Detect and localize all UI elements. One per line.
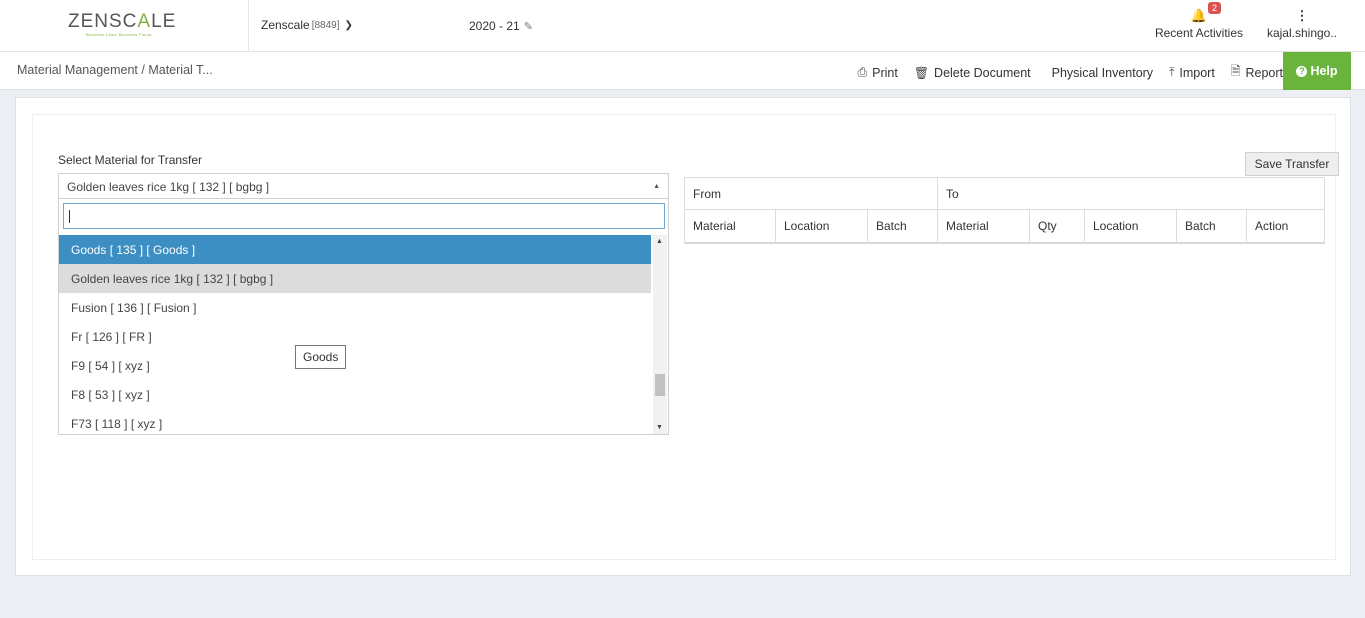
dropdown-scrollbar[interactable]: ▲ ▼ — [653, 235, 667, 434]
select-material-label: Select Material for Transfer — [58, 153, 203, 167]
col-from-batch: Batch — [867, 209, 938, 244]
material-select[interactable]: Golden leaves rice 1kg [ 132 ] [ bgbg ] … — [58, 173, 669, 199]
breadcrumb: Material Management / Material T... — [17, 63, 213, 77]
page-toolbar: Material Management / Material T... ⎙ Pr… — [0, 52, 1365, 90]
from-group-header: From — [684, 177, 938, 210]
fiscal-year: 2020 - 21 — [469, 19, 520, 33]
user-name: kajal.shingo.. — [1266, 26, 1338, 40]
dropdown-option[interactable]: Golden leaves rice 1kg [ 132 ] [ bgbg ] — [59, 264, 651, 293]
dropdown-options: Goods [ 135 ] [ Goods ] Golden leaves ri… — [59, 235, 651, 434]
user-menu[interactable]: ⋮ kajal.shingo.. — [1262, 8, 1342, 40]
dropdown-option[interactable]: Goods [ 135 ] [ Goods ] — [59, 235, 651, 264]
breadcrumb-current: / Material T... — [141, 63, 213, 77]
option-tooltip: Goods — [295, 345, 347, 369]
print-button[interactable]: ⎙ Print — [858, 62, 898, 83]
col-to-location: Location — [1084, 209, 1177, 244]
chevron-down-icon: ❯ — [344, 19, 353, 31]
import-button[interactable]: ⤒ Import — [1169, 62, 1215, 83]
col-to-qty: Qty — [1029, 209, 1085, 244]
recent-activities-label: Recent Activities — [1154, 26, 1244, 40]
main-panel: Select Material for Transfer Golden leav… — [15, 97, 1351, 576]
table-group-header: From To — [684, 177, 1325, 210]
dropdown-option[interactable]: F9 [ 54 ] [ xyz ] — [59, 351, 651, 380]
logo-text: ZENSCALE — [68, 11, 177, 32]
fiscal-year-selector[interactable]: 2020 - 21 ✎ — [469, 19, 533, 33]
breadcrumb-root[interactable]: Material Management — [17, 63, 138, 77]
save-transfer-button[interactable]: Save Transfer — [1245, 152, 1339, 176]
col-to-material: Material — [937, 209, 1030, 244]
dropdown-option[interactable]: Fusion [ 136 ] [ Fusion ] — [59, 293, 651, 322]
transfer-table: From To Material Location Batch Material… — [684, 177, 1325, 244]
dropdown-option[interactable]: F73 [ 118 ] [ xyz ] — [59, 409, 651, 434]
scrollbar-thumb[interactable] — [655, 374, 665, 396]
logo-tagline: Business Lean. Business Focus. — [86, 32, 153, 37]
table-column-header: Material Location Batch Material Qty Loc… — [684, 209, 1325, 244]
material-dropdown: Goods [ 135 ] [ Goods ] Golden leaves ri… — [58, 199, 669, 435]
toolbar-actions: ⎙ Print 🗑 Delete Document Physical Inven… — [842, 62, 1284, 83]
notification-badge: 2 — [1208, 2, 1222, 14]
trash-icon: 🗑 — [913, 65, 930, 80]
company-code: [8849] — [311, 19, 340, 31]
to-group-header: To — [937, 177, 1325, 210]
dropdown-option[interactable]: F8 [ 53 ] [ xyz ] — [59, 380, 651, 409]
dropdown-option[interactable]: Fr [ 126 ] [ FR ] — [59, 322, 651, 351]
text-cursor — [69, 210, 70, 223]
bell-icon: 🔔 — [1190, 8, 1208, 23]
logo[interactable]: ZENSCALE Business Lean. Business Focus. — [0, 0, 249, 52]
question-circle-icon: ? — [1296, 65, 1308, 77]
company-selector[interactable]: Zenscale [8849] ❯ — [261, 18, 353, 32]
scroll-up-icon[interactable]: ▲ — [656, 238, 663, 245]
caret-up-icon: ▲ — [653, 183, 660, 190]
col-from-material: Material — [684, 209, 776, 244]
col-action: Action — [1246, 209, 1325, 244]
delete-document-button[interactable]: 🗑 Delete Document — [914, 62, 1031, 83]
recent-activities[interactable]: 🔔 2 Recent Activities — [1150, 2, 1248, 40]
report-button[interactable]: 🗎 Report — [1231, 62, 1283, 83]
physical-inventory-button[interactable]: Physical Inventory — [1052, 62, 1153, 83]
print-icon: ⎙ — [857, 65, 868, 79]
more-vertical-icon: ⋮ — [1295, 8, 1309, 23]
col-to-batch: Batch — [1176, 209, 1247, 244]
upload-icon: ⤒ — [1169, 65, 1175, 79]
edit-icon[interactable]: ✎ — [524, 20, 533, 33]
company-name: Zenscale — [261, 18, 310, 32]
col-from-location: Location — [775, 209, 868, 244]
help-button[interactable]: ? Help — [1283, 52, 1351, 90]
dropdown-search-input[interactable] — [63, 203, 665, 229]
scroll-down-icon[interactable]: ▼ — [656, 424, 663, 431]
top-header: ZENSCALE Business Lean. Business Focus. … — [0, 0, 1365, 52]
file-icon: 🗎 — [1230, 64, 1241, 78]
material-select-value: Golden leaves rice 1kg [ 132 ] [ bgbg ] — [67, 180, 270, 194]
content-area: Select Material for Transfer Golden leav… — [32, 114, 1339, 560]
